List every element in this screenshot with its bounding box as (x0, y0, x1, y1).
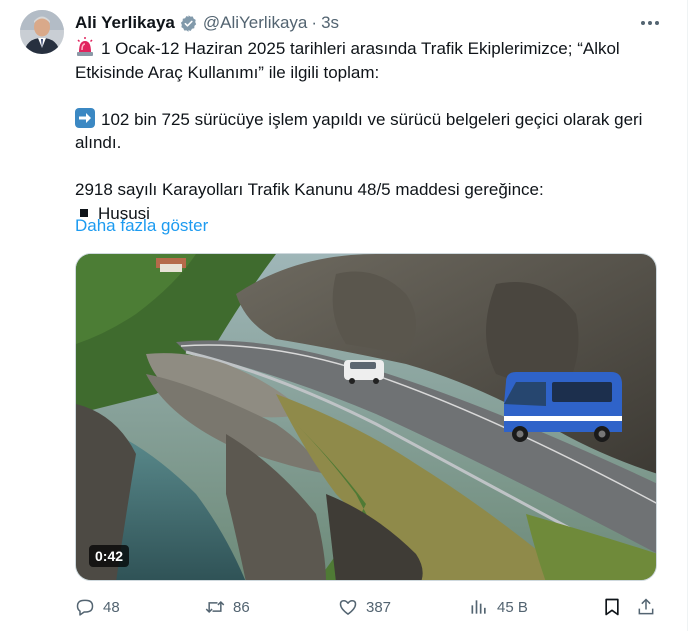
show-more-link[interactable]: Daha fazla göster (75, 216, 208, 236)
police-light-emoji (75, 37, 95, 57)
verified-badge-icon (179, 14, 198, 33)
author-handle[interactable]: @AliYerlikaya (203, 13, 308, 33)
more-dots-icon[interactable] (637, 14, 663, 32)
avatar[interactable] (20, 10, 64, 54)
like-button[interactable]: 387 (338, 594, 391, 620)
repost-button[interactable]: 86 (205, 594, 250, 620)
share-button[interactable] (636, 594, 662, 620)
tweet-line-2: Etkisinde Araç Kullanımı” ile ilgili top… (75, 62, 380, 82)
video-thumbnail (76, 254, 656, 580)
author-name[interactable]: Ali Yerlikaya (75, 13, 175, 33)
tweet-line-4: alındı. (75, 133, 122, 152)
tweet-text: 1 Ocak-12 Haziran 2025 tarihleri arasınd… (75, 37, 660, 225)
tweet-line-3-text: 102 bin 725 sürücüye işlem yapıldı ve sü… (101, 109, 643, 129)
tweet-line-5: 2918 sayılı Karayolları Trafik Kanunu 48… (75, 180, 544, 199)
repost-count: 86 (233, 598, 250, 616)
action-bar: 48 86 387 45 B (75, 594, 660, 620)
reply-count: 48 (103, 598, 120, 616)
video-player[interactable]: 0:42 (75, 253, 657, 581)
share-icon (638, 598, 654, 615)
like-count: 387 (366, 598, 392, 616)
views-icon (471, 600, 486, 614)
views-count: 45 B (497, 598, 528, 616)
tweet-line-3: 102 bin 725 sürücüye işlem yapıldı ve sü… (75, 107, 660, 132)
reply-button[interactable]: 48 (75, 594, 120, 620)
tweet-line-1-text: 1 Ocak-12 Haziran 2025 tarihleri arasınd… (101, 39, 620, 58)
right-arrow-emoji (75, 107, 95, 128)
separator-dot: · (311, 13, 318, 32)
bookmark-button[interactable] (602, 594, 628, 620)
tweet[interactable]: Ali Yerlikaya @AliYerlikaya · 3s 1 Ocak-… (0, 0, 688, 631)
repost-icon (205, 600, 225, 614)
bookmark-icon (605, 598, 619, 616)
heart-icon (339, 600, 357, 615)
views-button[interactable]: 45 B (469, 594, 528, 620)
timestamp[interactable]: 3s (321, 13, 339, 33)
avatar-image (20, 10, 64, 54)
reply-icon (76, 599, 94, 616)
video-duration: 0:42 (89, 545, 130, 567)
tweet-header: Ali Yerlikaya @AliYerlikaya · 3s (75, 12, 647, 34)
tweet-line-1: 1 Ocak-12 Haziran 2025 tarihleri arasınd… (75, 37, 660, 61)
